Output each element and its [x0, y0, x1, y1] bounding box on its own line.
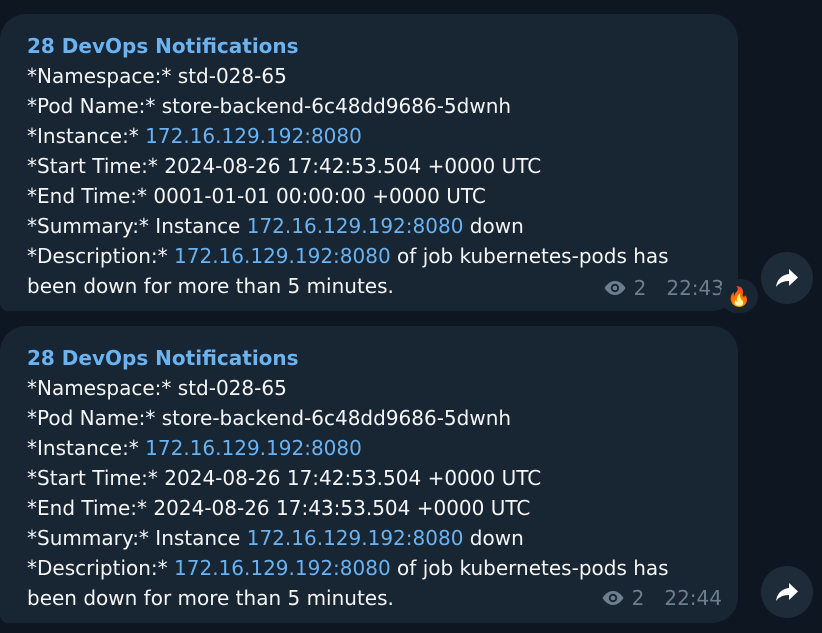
start-time-value: 2024-08-26 17:42:53.504 +0000 UTC — [157, 154, 542, 178]
pod-label: *Pod Name:* — [27, 406, 156, 430]
description-link[interactable]: 172.16.129.192:8080 — [174, 244, 391, 268]
sender-name[interactable]: 28 DevOps Notifications — [27, 343, 718, 373]
namespace-value: std-028-65 — [171, 376, 287, 400]
namespace-line: *Namespace:* std-028-65 — [27, 373, 718, 403]
end-time-line: *End Time:* 2024-08-26 17:43:53.504 +000… — [27, 493, 718, 523]
pod-line: *Pod Name:* store-backend-6c48dd9686-5dw… — [27, 403, 718, 433]
message-time: 22:43 — [666, 276, 724, 300]
description-label: *Description:* — [27, 244, 168, 268]
message-time: 22:44 — [664, 586, 722, 610]
namespace-label: *Namespace:* — [27, 64, 172, 88]
instance-link[interactable]: 172.16.129.192:8080 — [145, 436, 362, 460]
summary-line: *Summary:* Instance 172.16.129.192:8080 … — [27, 211, 718, 241]
eye-icon — [602, 591, 624, 605]
reaction-fire[interactable]: 🔥 — [720, 279, 758, 313]
instance-label: *Instance:* — [27, 124, 139, 148]
instance-line: *Instance:* 172.16.129.192:8080 — [27, 121, 718, 151]
summary-line: *Summary:* Instance 172.16.129.192:8080 … — [27, 523, 718, 553]
description-link[interactable]: 172.16.129.192:8080 — [174, 556, 391, 580]
end-time-value: 2024-08-26 17:43:53.504 +0000 UTC — [147, 496, 531, 520]
end-time-line: *End Time:* 0001-01-01 00:00:00 +0000 UT… — [27, 181, 718, 211]
end-time-label: *End Time:* — [27, 184, 148, 208]
forward-arrow-icon — [776, 269, 798, 287]
summary-suffix: down — [463, 214, 524, 238]
summary-prefix: Instance — [148, 214, 247, 238]
forward-button[interactable] — [761, 252, 813, 304]
message-bubble[interactable]: 28 DevOps Notifications *Namespace:* std… — [0, 326, 738, 623]
sender-name[interactable]: 28 DevOps Notifications — [27, 31, 718, 61]
pod-label: *Pod Name:* — [27, 94, 156, 118]
pod-value: store-backend-6c48dd9686-5dwnh — [155, 406, 512, 430]
message-bubble[interactable]: 28 DevOps Notifications *Namespace:* std… — [0, 14, 738, 311]
forward-arrow-icon — [776, 583, 798, 601]
end-time-value: 0001-01-01 00:00:00 +0000 UTC — [147, 184, 486, 208]
summary-suffix: down — [463, 526, 524, 550]
start-time-label: *Start Time:* — [27, 466, 158, 490]
pod-value: store-backend-6c48dd9686-5dwnh — [155, 94, 512, 118]
summary-link[interactable]: 172.16.129.192:8080 — [247, 526, 464, 550]
description-label: *Description:* — [27, 556, 168, 580]
eye-icon — [604, 281, 626, 295]
namespace-value: std-028-65 — [171, 64, 287, 88]
instance-line: *Instance:* 172.16.129.192:8080 — [27, 433, 718, 463]
pod-line: *Pod Name:* store-backend-6c48dd9686-5dw… — [27, 91, 718, 121]
forward-button[interactable] — [761, 566, 813, 618]
instance-label: *Instance:* — [27, 436, 139, 460]
start-time-label: *Start Time:* — [27, 154, 158, 178]
chat-area: 28 DevOps Notifications *Namespace:* std… — [0, 0, 822, 633]
summary-prefix: Instance — [148, 526, 247, 550]
message-meta: 2 22:44 — [600, 583, 722, 613]
start-time-line: *Start Time:* 2024-08-26 17:42:53.504 +0… — [27, 463, 718, 493]
namespace-line: *Namespace:* std-028-65 — [27, 61, 718, 91]
summary-link[interactable]: 172.16.129.192:8080 — [247, 214, 464, 238]
view-count: 2 — [633, 276, 647, 300]
view-count: 2 — [631, 586, 645, 610]
namespace-label: *Namespace:* — [27, 376, 172, 400]
instance-link[interactable]: 172.16.129.192:8080 — [145, 124, 362, 148]
end-time-label: *End Time:* — [27, 496, 148, 520]
summary-label: *Summary:* — [27, 214, 149, 238]
start-time-value: 2024-08-26 17:42:53.504 +0000 UTC — [157, 466, 542, 490]
message-meta: 2 22:43 — [602, 273, 724, 303]
summary-label: *Summary:* — [27, 526, 149, 550]
start-time-line: *Start Time:* 2024-08-26 17:42:53.504 +0… — [27, 151, 718, 181]
